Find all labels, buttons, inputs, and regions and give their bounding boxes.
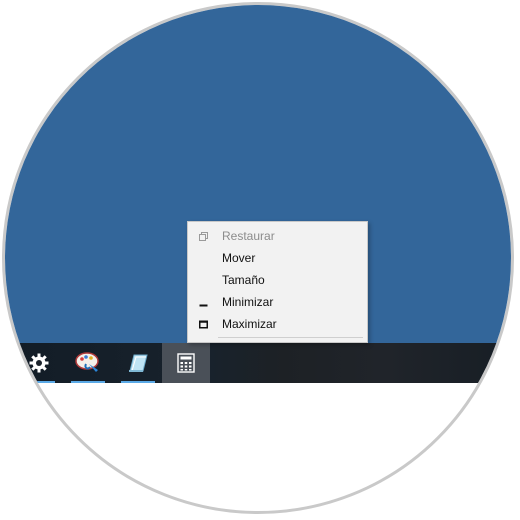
menu-item-maximize[interactable]: Maximizar bbox=[188, 313, 367, 335]
menu-separator bbox=[218, 337, 363, 338]
calculator-icon bbox=[177, 353, 195, 373]
minimize-icon bbox=[199, 304, 208, 307]
running-indicator bbox=[71, 381, 105, 383]
maximize-icon bbox=[199, 320, 208, 329]
menu-item-label: Tamaño bbox=[222, 273, 265, 287]
circular-screenshot-frame: Restaurar Mover Tamaño Minimizar Maximiz… bbox=[2, 2, 514, 514]
window-context-menu: Restaurar Mover Tamaño Minimizar Maximiz… bbox=[187, 221, 368, 343]
menu-item-label: Minimizar bbox=[222, 295, 274, 309]
menu-item-label: Restaurar bbox=[222, 229, 275, 243]
menu-item-minimize[interactable]: Minimizar bbox=[188, 291, 367, 313]
menu-item-label: Maximizar bbox=[222, 317, 277, 331]
running-indicator bbox=[23, 381, 55, 383]
taskbar-calculator-button[interactable] bbox=[162, 343, 210, 383]
menu-item-label: Mover bbox=[222, 251, 256, 265]
running-indicator bbox=[121, 381, 155, 383]
taskbar-paint-button[interactable] bbox=[67, 343, 109, 383]
menu-item-move[interactable]: Mover bbox=[188, 247, 367, 269]
menu-item-restore[interactable]: Restaurar bbox=[188, 225, 367, 247]
gear-icon bbox=[29, 353, 49, 373]
menu-item-size[interactable]: Tamaño bbox=[188, 269, 367, 291]
taskbar-notepad-button[interactable] bbox=[117, 343, 159, 383]
restore-icon bbox=[199, 232, 208, 241]
notepad-icon bbox=[129, 354, 148, 372]
taskbar bbox=[5, 343, 511, 383]
taskbar-settings-button[interactable] bbox=[19, 343, 59, 383]
paint-palette-icon bbox=[75, 352, 99, 372]
